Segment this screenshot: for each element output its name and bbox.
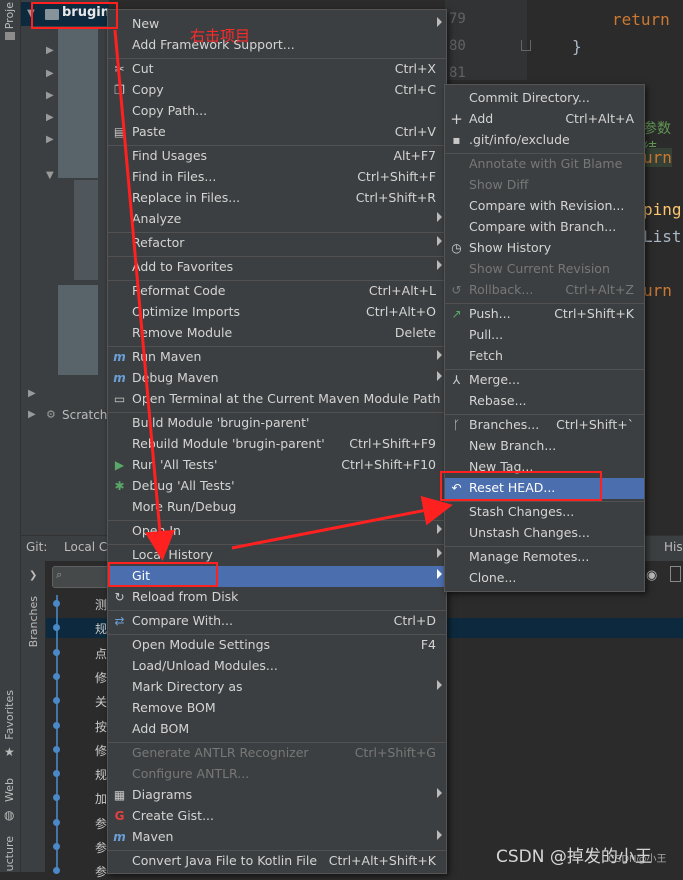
watermark-small: CSDN@小王 (608, 854, 667, 865)
annotation-arrows (113, 29, 453, 561)
arrow-to-reset-head (231, 495, 453, 550)
arrow-to-git (113, 29, 175, 561)
